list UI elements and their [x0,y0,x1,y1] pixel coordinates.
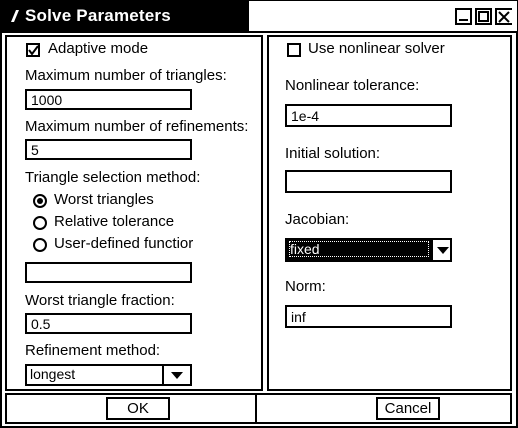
user-function-input[interactable] [25,262,192,283]
nonlinear-solver-label: Use nonlinear solver [308,40,445,57]
nonlinear-tolerance-input[interactable]: 1e-4 [285,104,452,127]
norm-input[interactable]: inf [285,305,452,328]
minimize-button[interactable] [455,8,472,25]
minimize-icon [459,19,468,21]
ok-button[interactable]: OK [106,397,170,420]
initial-solution-label: Initial solution: [285,145,381,162]
maximize-icon [478,11,489,22]
maximize-button[interactable] [475,8,492,25]
max-refinements-input[interactable]: 5 [25,139,192,160]
title-bar[interactable]: Solve Parameters [0,0,518,32]
adaptive-mode-label: Adaptive mode [48,40,149,57]
initial-solution-input[interactable] [285,170,452,193]
radio-worst-triangles[interactable] [33,194,47,208]
jacobian-label: Jacobian: [285,211,350,228]
jacobian-select[interactable]: fixed [285,238,452,262]
window-menu-icon[interactable] [10,9,20,23]
radio-relative-tolerance[interactable] [33,216,47,230]
radio-user-defined-function[interactable] [33,238,47,252]
selection-method-label: Triangle selection method: [25,169,201,186]
adaptive-mode-checkbox[interactable] [26,43,40,57]
refinement-method-label: Refinement method: [25,342,161,359]
max-triangles-input[interactable]: 1000 [25,89,192,110]
nonlinear-solver-checkbox[interactable] [287,43,301,57]
chevron-down-icon [171,372,183,379]
jacobian-focus-ring [289,241,429,257]
radio-relative-tolerance-label: Relative tolerance [54,213,175,230]
max-triangles-label: Maximum number of triangles: [25,67,227,84]
window-title: Solve Parameters [25,6,171,25]
checkmark-icon [28,45,39,56]
title-bar-active-region: Solve Parameters [1,1,249,31]
nonlinear-tolerance-label: Nonlinear tolerance: [285,77,420,94]
chevron-down-icon[interactable] [437,247,449,254]
cancel-button[interactable]: Cancel [376,397,440,420]
norm-label: Norm: [285,278,326,295]
radio-selected-dot [37,198,43,204]
max-refinements-label: Maximum number of refinements: [25,118,249,135]
worst-fraction-input[interactable]: 0.5 [25,313,192,334]
button-bar-divider [255,393,257,424]
refinement-method-value: longest [30,366,76,382]
close-icon [498,11,510,23]
radio-user-defined-function-label: User-defined functior [54,235,194,252]
radio-worst-triangles-label: Worst triangles [54,191,154,208]
close-button[interactable] [495,8,512,25]
worst-fraction-label: Worst triangle fraction: [25,292,175,309]
refinement-method-dropdown-button[interactable] [162,366,190,384]
refinement-method-select[interactable]: longest [25,364,192,386]
